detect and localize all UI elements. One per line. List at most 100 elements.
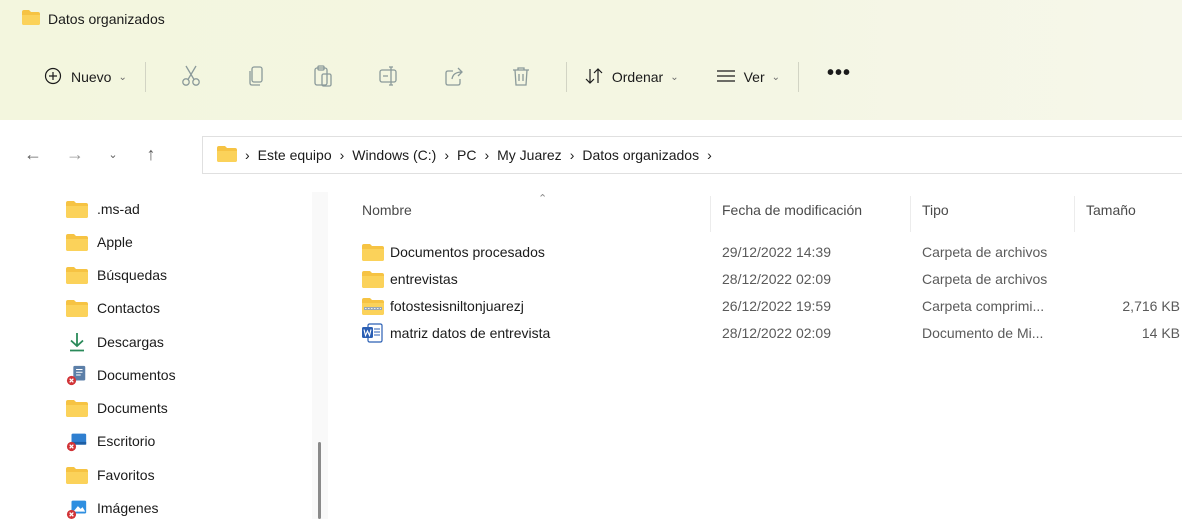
column-header-size[interactable]: Tamaño <box>1086 202 1136 226</box>
new-button-label: Nuevo <box>71 69 112 85</box>
file-name-cell: matriz datos de entrevista <box>362 323 550 343</box>
column-header-name[interactable]: Nombre <box>362 202 412 226</box>
chevron-down-icon: ⌄ <box>670 71 679 83</box>
table-row[interactable]: Documentos procesados 29/12/2022 14:39 C… <box>334 238 1182 268</box>
pictures-icon <box>66 497 88 519</box>
rename-button[interactable] <box>368 59 410 95</box>
copy-icon <box>249 65 265 89</box>
cut-icon <box>181 65 201 90</box>
file-list: Nombre ⌃ Fecha de modificación Tipo Tama… <box>334 192 1182 519</box>
folder-icon <box>66 464 88 486</box>
sidebar-item-escritorio[interactable]: Escritorio <box>66 426 155 456</box>
file-name: Documentos procesados <box>390 244 545 260</box>
file-date: 28/12/2022 02:09 <box>722 271 831 287</box>
title-bar: Datos organizados <box>0 0 1182 38</box>
sidebar-item-imagenes[interactable]: Imágenes <box>66 493 158 519</box>
sidebar-item-label: Documentos <box>97 367 176 383</box>
toolbar-separator <box>144 62 146 92</box>
table-row[interactable]: fotostesisniltonjuarezj 26/12/2022 19:59… <box>334 292 1182 322</box>
more-options-button[interactable]: ••• <box>811 59 857 95</box>
paste-button[interactable] <box>302 59 344 95</box>
breadcrumb-separator: › <box>245 147 250 163</box>
more-icon: ••• <box>827 61 852 84</box>
share-icon <box>445 66 465 89</box>
folder-icon <box>217 145 237 165</box>
table-row[interactable]: matriz datos de entrevista 28/12/2022 02… <box>334 319 1182 349</box>
breadcrumb-separator[interactable]: › <box>444 147 449 163</box>
sidebar-item-contactos[interactable]: Contactos <box>66 293 160 323</box>
chevron-down-icon: ⌄ <box>108 148 118 161</box>
sidebar-item-busquedas[interactable]: Búsquedas <box>66 260 167 290</box>
sidebar-item-descargas[interactable]: Descargas <box>66 327 164 357</box>
column-header-label: Tipo <box>922 202 949 218</box>
file-type: Documento de Mi... <box>922 325 1044 341</box>
file-name: entrevistas <box>390 271 458 287</box>
address-bar[interactable]: › Este equipo › Windows (C:) › PC › My J… <box>202 136 1182 174</box>
navigation-pane: .ms-ad Apple Búsquedas Contactos Descarg… <box>0 192 334 519</box>
breadcrumb-item[interactable]: Datos organizados <box>582 147 699 163</box>
view-button[interactable]: Ver ⌄ <box>711 59 786 95</box>
navigation-row: ← → ⌄ ↑ › Este equipo › Windows (C:) › P… <box>0 132 1182 176</box>
column-header-type[interactable]: Tipo <box>922 202 949 226</box>
breadcrumb-separator[interactable]: › <box>707 147 712 163</box>
file-name-cell: fotostesisniltonjuarezj <box>362 296 524 316</box>
column-header-label: Fecha de modificación <box>722 202 863 218</box>
forward-button[interactable]: → <box>60 139 90 169</box>
window-title: Datos organizados <box>48 11 165 27</box>
back-button[interactable]: ← <box>18 139 48 169</box>
copy-button[interactable] <box>236 59 278 95</box>
breadcrumb-item[interactable]: PC <box>457 147 476 163</box>
column-header-date[interactable]: Fecha de modificación <box>722 202 862 226</box>
file-date: 26/12/2022 19:59 <box>722 298 831 314</box>
new-button[interactable]: Nuevo ⌄ <box>38 59 133 95</box>
sidebar-item-apple[interactable]: Apple <box>66 227 133 257</box>
column-divider[interactable] <box>1074 196 1075 232</box>
sort-ascending-icon: ⌃ <box>538 193 548 205</box>
sidebar-item-documentos[interactable]: Documentos <box>66 360 176 390</box>
sidebar-item-label: .ms-ad <box>97 201 140 217</box>
desktop-icon <box>66 430 88 452</box>
breadcrumb-item[interactable]: My Juarez <box>497 147 562 163</box>
sidebar-item-favoritos[interactable]: Favoritos <box>66 460 155 490</box>
table-row[interactable]: entrevistas 28/12/2022 02:09 Carpeta de … <box>334 265 1182 295</box>
file-name-cell: entrevistas <box>362 269 458 289</box>
share-button[interactable] <box>434 59 476 95</box>
folder-icon <box>66 231 88 253</box>
rename-icon <box>379 65 399 89</box>
up-button[interactable]: ↑ <box>136 139 166 169</box>
file-size: 14 KB <box>1141 325 1180 341</box>
breadcrumb-item[interactable]: Este equipo <box>258 147 332 163</box>
column-header-label: Nombre <box>362 202 412 218</box>
delete-button[interactable] <box>500 59 542 95</box>
folder-icon <box>66 297 88 319</box>
sidebar-item-label: Búsquedas <box>97 267 168 283</box>
breadcrumb-separator[interactable]: › <box>340 147 345 163</box>
toolbar-separator <box>565 62 567 92</box>
breadcrumb-separator[interactable]: › <box>484 147 489 163</box>
cut-button[interactable] <box>170 59 212 95</box>
sort-icon <box>585 67 603 87</box>
column-divider[interactable] <box>910 196 911 232</box>
back-arrow-icon: ← <box>24 143 42 164</box>
folder-icon <box>66 198 88 220</box>
file-name-cell: Documentos procesados <box>362 242 545 262</box>
file-type: Carpeta de archivos <box>922 244 1048 260</box>
chevron-down-icon: ⌄ <box>118 71 127 83</box>
file-name: fotostesisniltonjuarezj <box>390 298 524 314</box>
word-document-icon <box>362 323 384 343</box>
view-button-label: Ver <box>743 69 765 85</box>
download-icon <box>66 331 88 353</box>
column-divider[interactable] <box>710 196 711 232</box>
sort-button[interactable]: Ordenar ⌄ <box>579 59 685 95</box>
sidebar-item-ms-ad[interactable]: .ms-ad <box>66 194 140 224</box>
breadcrumb-separator[interactable]: › <box>570 147 575 163</box>
sidebar-item-label: Escritorio <box>97 433 156 449</box>
sort-button-label: Ordenar <box>611 69 664 85</box>
sidebar-scrollbar-thumb[interactable] <box>318 442 321 519</box>
plus-circle-icon <box>44 67 62 88</box>
breadcrumb-item[interactable]: Windows (C:) <box>352 147 436 163</box>
sidebar-item-label: Apple <box>97 234 133 250</box>
up-arrow-icon: ↑ <box>146 143 156 164</box>
recent-locations-button[interactable]: ⌄ <box>98 139 128 169</box>
sidebar-item-documents[interactable]: Documents <box>66 393 168 423</box>
